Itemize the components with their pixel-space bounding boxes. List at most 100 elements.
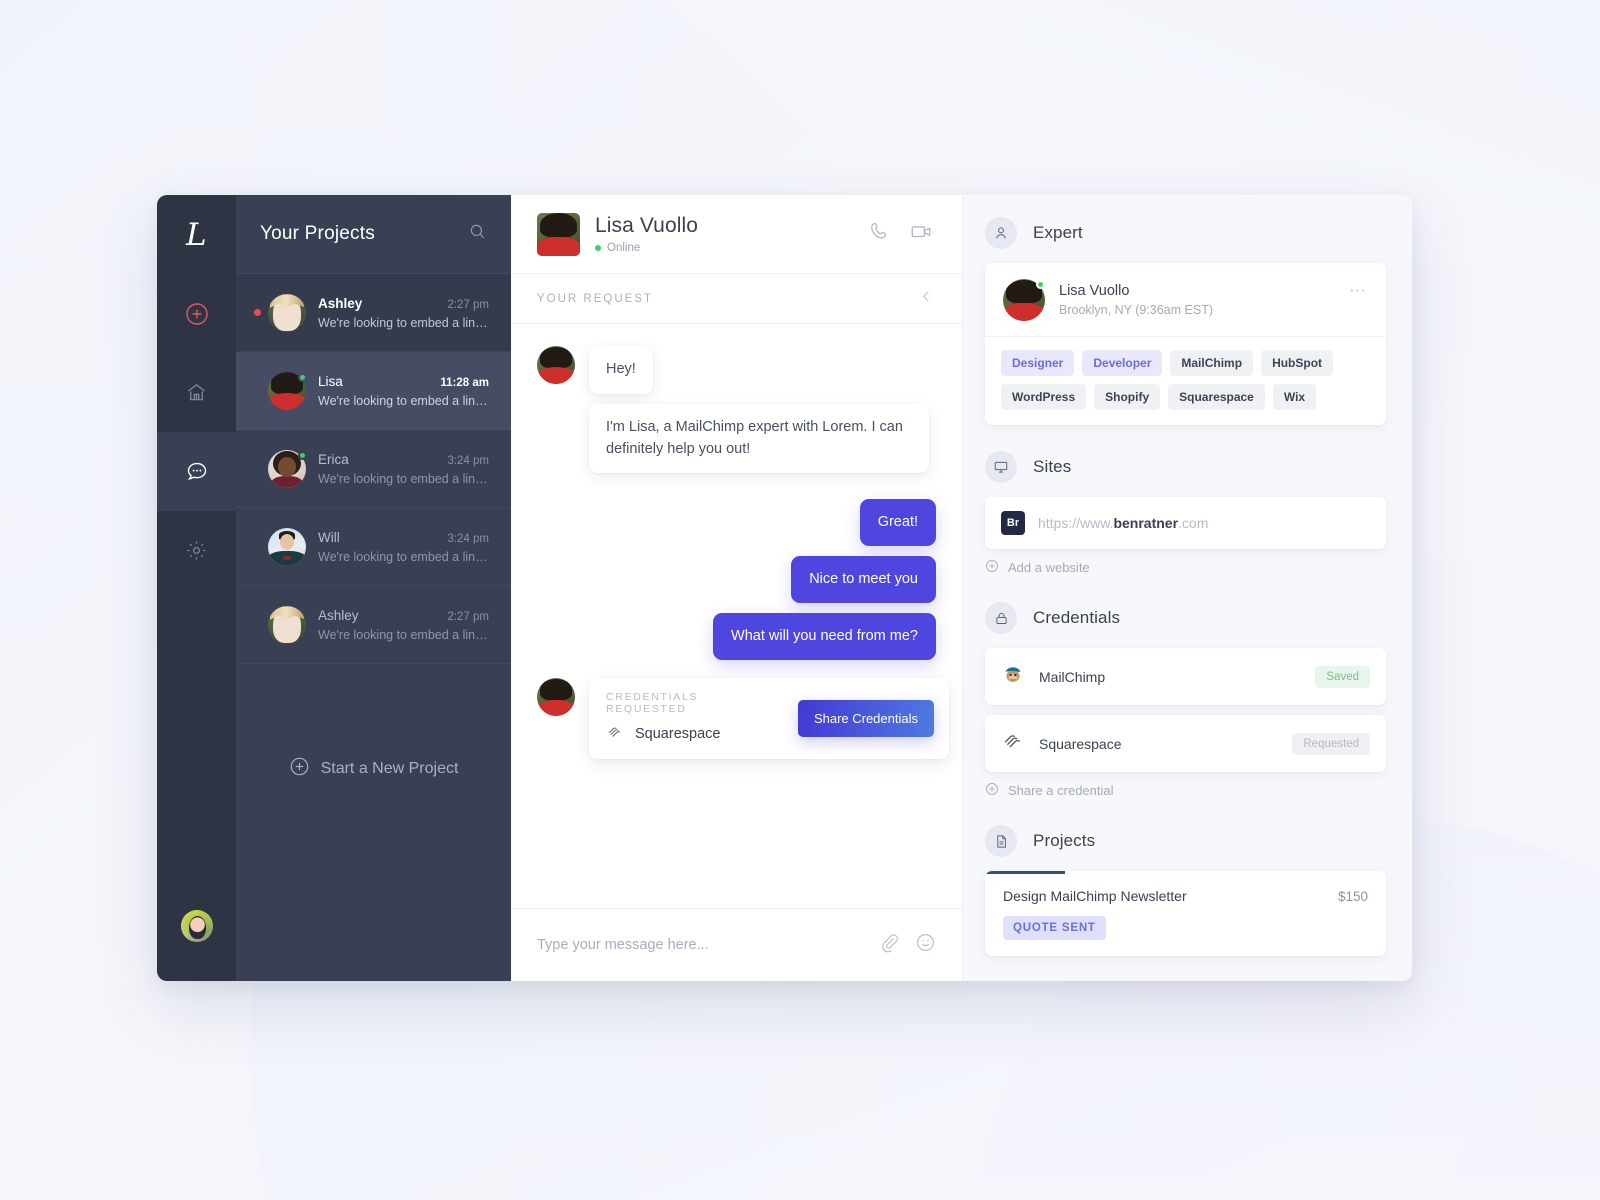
tag[interactable]: Shopify bbox=[1094, 384, 1161, 410]
search-icon[interactable] bbox=[468, 222, 487, 246]
rail-user-area[interactable] bbox=[157, 871, 236, 981]
project-price: $150 bbox=[1337, 889, 1368, 904]
app-logo: L bbox=[185, 216, 208, 253]
site-row[interactable]: Br https://www.benratner.com bbox=[985, 497, 1386, 549]
avatar bbox=[537, 346, 575, 384]
video-camera-icon[interactable] bbox=[909, 219, 934, 249]
message-bubble-outgoing: What will you need from me? bbox=[713, 613, 936, 661]
project-card[interactable]: Design MailChimp Newsletter $150 QUOTE S… bbox=[985, 871, 1386, 956]
tag[interactable]: WordPress bbox=[1001, 384, 1087, 410]
section-header-credentials: Credentials bbox=[985, 602, 1386, 634]
share-credential-label: Share a credential bbox=[1008, 783, 1114, 798]
list-item-time: 11:28 am bbox=[440, 376, 489, 389]
tag[interactable]: MailChimp bbox=[1170, 350, 1254, 376]
message-list: Hey! I'm Lisa, a MailChimp expert with L… bbox=[511, 324, 962, 908]
credential-row[interactable]: MailChimp Saved bbox=[985, 648, 1386, 705]
section-header-projects: Projects bbox=[985, 825, 1386, 857]
share-credentials-button[interactable]: Share Credentials bbox=[797, 699, 934, 737]
rail-item-new-project[interactable] bbox=[157, 274, 236, 353]
status-badge: QUOTE SENT bbox=[1003, 916, 1106, 940]
expert-location: Brooklyn, NY (9:36am EST) bbox=[1059, 303, 1213, 317]
tag[interactable]: Wix bbox=[1272, 384, 1317, 410]
message-bubble-incoming: I'm Lisa, a MailChimp expert with Lorem.… bbox=[589, 403, 929, 474]
list-item[interactable]: Ashley 2:27 pm We're looking to embed a … bbox=[236, 586, 511, 664]
credentials-request-label: CREDENTIALS REQUESTED bbox=[606, 691, 699, 716]
message-bubble-outgoing: Nice to meet you bbox=[791, 556, 936, 604]
rail-item-messages[interactable] bbox=[157, 432, 236, 511]
add-website-button[interactable]: Add a website bbox=[985, 559, 1386, 576]
list-item-preview: We're looking to embed a line of ... bbox=[318, 471, 489, 486]
section-header-expert: Expert bbox=[985, 217, 1386, 249]
site-url-main: benratner bbox=[1113, 515, 1179, 531]
list-item-time: 2:27 pm bbox=[447, 298, 489, 311]
message-composer bbox=[511, 908, 962, 981]
paperclip-icon[interactable] bbox=[879, 932, 900, 958]
conversation-list: Ashley 2:27 pm We're looking to embed a … bbox=[236, 274, 511, 981]
tag[interactable]: Squarespace bbox=[1168, 384, 1265, 410]
message-row: Hey! bbox=[537, 346, 936, 394]
phone-icon[interactable] bbox=[868, 220, 891, 248]
start-new-project-label: Start a New Project bbox=[320, 760, 459, 777]
online-indicator bbox=[298, 450, 307, 460]
plus-circle-icon bbox=[985, 559, 999, 576]
list-item-name: Ashley bbox=[318, 295, 363, 311]
message-row: Nice to meet you bbox=[537, 556, 936, 604]
list-item[interactable]: Lisa 11:28 am We're looking to embed a l… bbox=[236, 352, 511, 430]
ellipsis-icon[interactable]: ⋯ bbox=[1349, 279, 1368, 301]
document-icon bbox=[985, 825, 1017, 857]
plus-circle-icon bbox=[289, 756, 310, 782]
message-bubble-outgoing: Great! bbox=[859, 499, 936, 547]
avatar[interactable] bbox=[180, 910, 213, 942]
list-item[interactable]: Will 3:24 pm We're looking to embed a li… bbox=[236, 508, 511, 586]
list-item-preview: We're looking to embed a line of ... bbox=[318, 315, 489, 330]
online-indicator bbox=[298, 372, 307, 382]
list-item[interactable]: Ashley 2:27 pm We're looking to embed a … bbox=[236, 274, 511, 352]
request-subbar: YOUR REQUEST bbox=[511, 274, 962, 324]
person-icon bbox=[985, 217, 1017, 249]
share-credential-button[interactable]: Share a credential bbox=[985, 782, 1386, 799]
section-title: Projects bbox=[1033, 831, 1096, 850]
squarespace-icon bbox=[606, 723, 624, 745]
gear-icon bbox=[185, 539, 208, 562]
section-title: Sites bbox=[1033, 457, 1072, 476]
app-window: L Your Projects Ashley 2:27 pm We're loo… bbox=[157, 195, 1412, 981]
credentials-request-card: CREDENTIALS REQUESTED Squarespace Share … bbox=[589, 678, 949, 760]
subbar-label: YOUR REQUEST bbox=[537, 292, 654, 305]
project-name: Design MailChimp Newsletter bbox=[1003, 888, 1187, 904]
avatar bbox=[1003, 279, 1045, 321]
site-badge: Br bbox=[1001, 511, 1025, 535]
chevron-left-icon[interactable] bbox=[919, 289, 934, 309]
avatar bbox=[268, 371, 307, 410]
message-bubble-incoming: Hey! bbox=[589, 346, 653, 394]
credential-row[interactable]: Squarespace Requested bbox=[985, 715, 1386, 772]
rail-item-settings[interactable] bbox=[157, 511, 236, 590]
section-title: Expert bbox=[1033, 223, 1083, 242]
avatar bbox=[537, 678, 575, 717]
list-item[interactable]: Erica 3:24 pm We're looking to embed a l… bbox=[236, 430, 511, 508]
list-item-preview: We're looking to embed a line of ... bbox=[318, 627, 489, 642]
online-indicator bbox=[1036, 280, 1045, 289]
credential-name: Squarespace bbox=[1039, 735, 1122, 752]
section-header-sites: Sites bbox=[985, 451, 1386, 483]
home-icon bbox=[185, 381, 208, 404]
monitor-icon bbox=[985, 451, 1017, 483]
add-website-label: Add a website bbox=[1008, 560, 1090, 575]
smiley-icon[interactable] bbox=[915, 932, 936, 958]
tag[interactable]: Developer bbox=[1082, 350, 1163, 376]
squarespace-icon bbox=[1001, 729, 1025, 758]
tag[interactable]: HubSpot bbox=[1261, 350, 1334, 376]
plus-circle-icon bbox=[985, 782, 999, 799]
start-new-project-button[interactable]: Start a New Project bbox=[236, 756, 511, 782]
tag[interactable]: Designer bbox=[1001, 350, 1075, 376]
site-url: https://www.benratner.com bbox=[1038, 515, 1208, 531]
site-url-prefix: https://www. bbox=[1038, 515, 1114, 531]
credentials-request-service: Squarespace bbox=[606, 723, 782, 745]
unread-dot bbox=[254, 309, 261, 316]
conversations-panel: Your Projects Ashley 2:27 pm We're looki… bbox=[236, 195, 511, 981]
rail-item-home[interactable] bbox=[157, 353, 236, 432]
message-input[interactable] bbox=[537, 937, 879, 953]
plus-circle-icon bbox=[185, 302, 209, 326]
chat-bubble-icon bbox=[185, 460, 209, 484]
list-item-name: Will bbox=[318, 529, 340, 545]
status-badge: Requested bbox=[1292, 732, 1370, 755]
